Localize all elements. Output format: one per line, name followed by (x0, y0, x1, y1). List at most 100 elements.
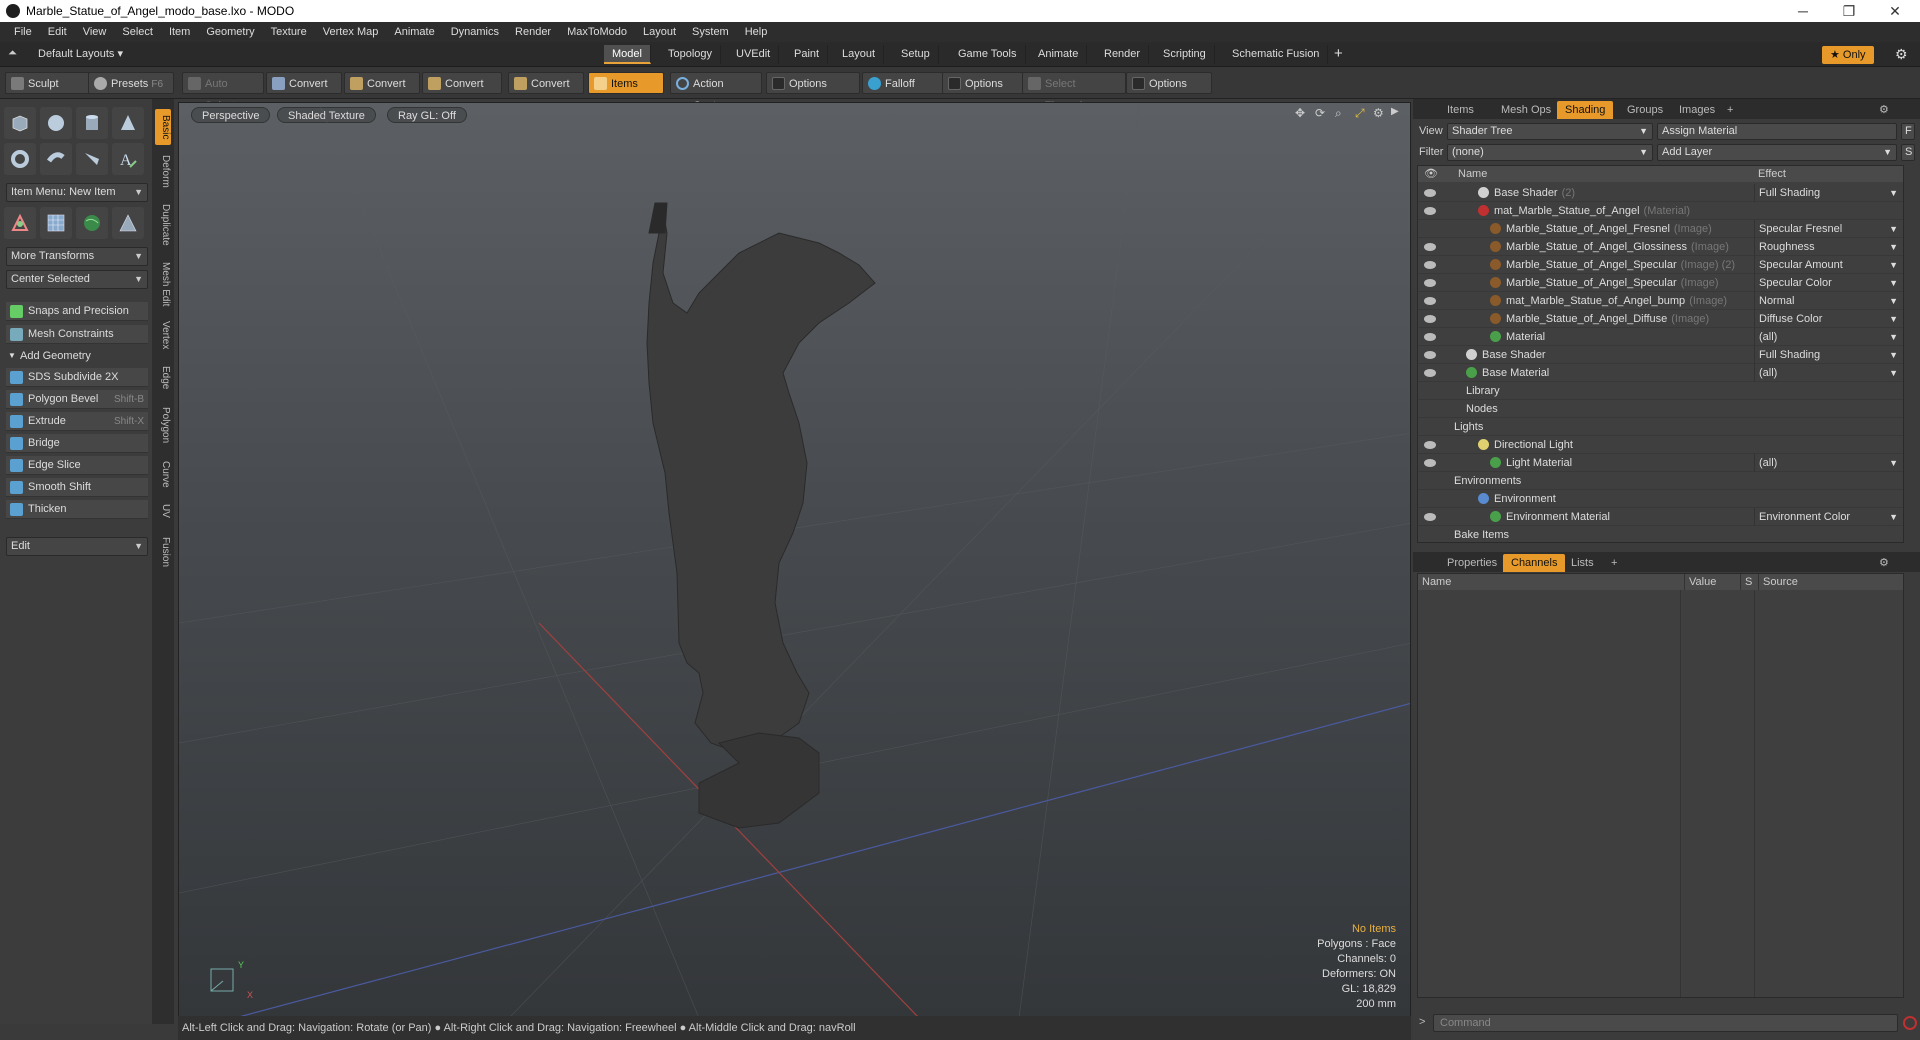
tab-schematic-fusion[interactable]: Schematic Fusion (1224, 45, 1329, 64)
sidetab-basic[interactable]: Basic (155, 109, 171, 145)
transform-button[interactable] (4, 207, 36, 239)
add-geometry-section[interactable]: ▼ Add Geometry (6, 347, 148, 365)
action-options-button[interactable]: Options (766, 72, 860, 94)
record-macro-icon[interactable] (1903, 1016, 1917, 1030)
filter-dropdown[interactable]: (none) ▼ (1447, 144, 1653, 161)
menu-maxtomodo[interactable]: MaxToModo (559, 26, 635, 38)
view-dropdown[interactable]: Shader Tree ▼ (1447, 123, 1653, 140)
visibility-eye-icon[interactable] (1424, 297, 1436, 305)
cylinder-primitive-button[interactable] (76, 107, 108, 139)
f-button[interactable]: F (1901, 123, 1915, 140)
menu-vertex-map[interactable]: Vertex Map (315, 26, 387, 38)
tool-bridge[interactable]: Bridge (6, 434, 148, 453)
effect-dropdown[interactable]: Diffuse Color ▼ (1754, 310, 1903, 328)
tool-extrude[interactable]: Extrude Shift-X (6, 412, 148, 431)
menu-texture[interactable]: Texture (263, 26, 315, 38)
sidetab-duplicate[interactable]: Duplicate (155, 197, 171, 253)
visibility-eye-icon[interactable] (1424, 513, 1436, 521)
sphere-primitive-button[interactable] (40, 107, 72, 139)
visibility-eye-icon[interactable] (1424, 189, 1436, 197)
tree-row[interactable]: mat_Marble_Statue_of_Angel_bump (Image) No… (1418, 292, 1903, 310)
effect-dropdown[interactable]: Full Shading ▼ (1754, 184, 1903, 202)
tree-row[interactable]: Material (all) ▼ (1418, 328, 1903, 346)
menu-animate[interactable]: Animate (386, 26, 442, 38)
visibility-eye-icon[interactable] (1424, 243, 1436, 251)
tab-animate[interactable]: Animate (1030, 45, 1088, 64)
auto-select-button[interactable]: Auto Select (182, 72, 264, 112)
sidetab-deform[interactable]: Deform (155, 149, 171, 193)
add-lower-tab-button[interactable]: + (1603, 554, 1625, 572)
effect-dropdown[interactable]: (all) ▼ (1754, 328, 1903, 346)
capsule-primitive-button[interactable] (40, 143, 72, 175)
add-panel-tab-button[interactable]: + (1719, 101, 1741, 119)
effect-dropdown[interactable]: (all) ▼ (1754, 364, 1903, 382)
tool-edge-slice[interactable]: Edge Slice (6, 456, 148, 475)
tab-paint[interactable]: Paint (786, 45, 829, 64)
effect-dropdown[interactable]: Specular Color ▼ (1754, 274, 1903, 292)
maximize-button[interactable]: ❐ (1826, 0, 1872, 22)
falloff-options-button[interactable]: Options (942, 72, 1026, 94)
tree-row[interactable]: Marble_Statue_of_Angel_Specular (Image) Sp… (1418, 274, 1903, 292)
tree-row[interactable]: Marble_Statue_of_Angel_Diffuse (Image) Dif… (1418, 310, 1903, 328)
tree-row[interactable]: Base Material (all) ▼ (1418, 364, 1903, 382)
tree-row[interactable]: Base Shader Full Shading ▼ (1418, 346, 1903, 364)
minimize-button[interactable]: ─ (1780, 0, 1826, 22)
tab-scripting[interactable]: Scripting (1155, 45, 1215, 64)
tool-sds-subdivide[interactable]: SDS Subdivide 2X (6, 368, 148, 387)
s-button[interactable]: S (1901, 144, 1915, 161)
menu-view[interactable]: View (75, 26, 115, 38)
tree-row[interactable]: Environment (1418, 490, 1903, 508)
menu-geometry[interactable]: Geometry (198, 26, 262, 38)
tree-row[interactable]: Base Shader (2) Full Shading ▼ (1418, 184, 1903, 202)
sidetab-fusion[interactable]: Fusion (155, 531, 171, 573)
tab-lists[interactable]: Lists (1563, 554, 1602, 572)
menu-dynamics[interactable]: Dynamics (443, 26, 507, 38)
tab-properties[interactable]: Properties (1439, 554, 1505, 572)
effect-dropdown[interactable]: Specular Fresnel ▼ (1754, 220, 1903, 238)
sidetab-curve[interactable]: Curve (155, 455, 171, 493)
visibility-eye-icon[interactable] (1424, 351, 1436, 359)
convert-button-4[interactable]: Convert (508, 72, 584, 94)
convert-button-2[interactable]: Convert (344, 72, 420, 94)
select-options-button[interactable]: Options (1126, 72, 1212, 94)
tree-row[interactable]: Lights (1418, 418, 1903, 436)
visibility-eye-icon[interactable] (1424, 207, 1436, 215)
select-through-button[interactable]: Select Through (1022, 72, 1126, 112)
snaps-precision-button[interactable]: Snaps and Precision (6, 302, 148, 321)
tab-images[interactable]: Images (1671, 101, 1723, 119)
mesh-constraints-button[interactable]: Mesh Constraints (6, 325, 148, 344)
menu-edit[interactable]: Edit (40, 26, 75, 38)
tree-row[interactable]: Bake Items (1418, 526, 1903, 542)
menu-help[interactable]: Help (737, 26, 776, 38)
effect-dropdown[interactable]: Full Shading ▼ (1754, 346, 1903, 364)
tree-row[interactable]: Marble_Statue_of_Angel_Glossiness (Image)… (1418, 238, 1903, 256)
tab-mesh-ops[interactable]: Mesh Ops (1493, 101, 1559, 119)
tab-groups[interactable]: Groups (1619, 101, 1671, 119)
command-input[interactable]: Command (1433, 1014, 1898, 1032)
tree-row[interactable]: mat_Marble_Statue_of_Angel (Material) (1418, 202, 1903, 220)
text-primitive-button[interactable]: A (112, 143, 144, 175)
tab-render[interactable]: Render (1096, 45, 1150, 64)
convert-button-1[interactable]: Convert (266, 72, 342, 94)
sidetab-vertex[interactable]: Vertex (155, 315, 171, 355)
sidetab-edge[interactable]: Edge (155, 361, 171, 395)
visibility-eye-icon[interactable] (1424, 279, 1436, 287)
assign-material-button[interactable]: Assign Material (1657, 123, 1897, 140)
tree-row[interactable]: Environments (1418, 472, 1903, 490)
visibility-eye-icon[interactable] (1424, 441, 1436, 449)
action-center-button[interactable]: Action Center (670, 72, 762, 112)
tab-channels[interactable]: Channels (1503, 554, 1566, 572)
tab-topology[interactable]: Topology (660, 45, 722, 64)
sidetab-mesh-edit[interactable]: Mesh Edit (155, 257, 171, 311)
center-selected-dropdown[interactable]: Center Selected ▼ (6, 270, 148, 289)
visibility-eye-icon[interactable] (1424, 315, 1436, 323)
tab-items[interactable]: Items (1439, 101, 1482, 119)
panel-settings-icon[interactable]: ⚙ (1871, 101, 1897, 119)
effect-dropdown[interactable]: (all) ▼ (1754, 454, 1903, 472)
tree-row[interactable]: Library (1418, 382, 1903, 400)
tree-row[interactable]: Marble_Statue_of_Angel_Specular (Image) (… (1418, 256, 1903, 274)
lower-panel-settings-icon[interactable]: ⚙ (1871, 554, 1897, 572)
mesh-cone-button[interactable] (112, 207, 144, 239)
visibility-eye-icon[interactable] (1424, 369, 1436, 377)
more-transforms-dropdown[interactable]: More Transforms ▼ (6, 247, 148, 266)
